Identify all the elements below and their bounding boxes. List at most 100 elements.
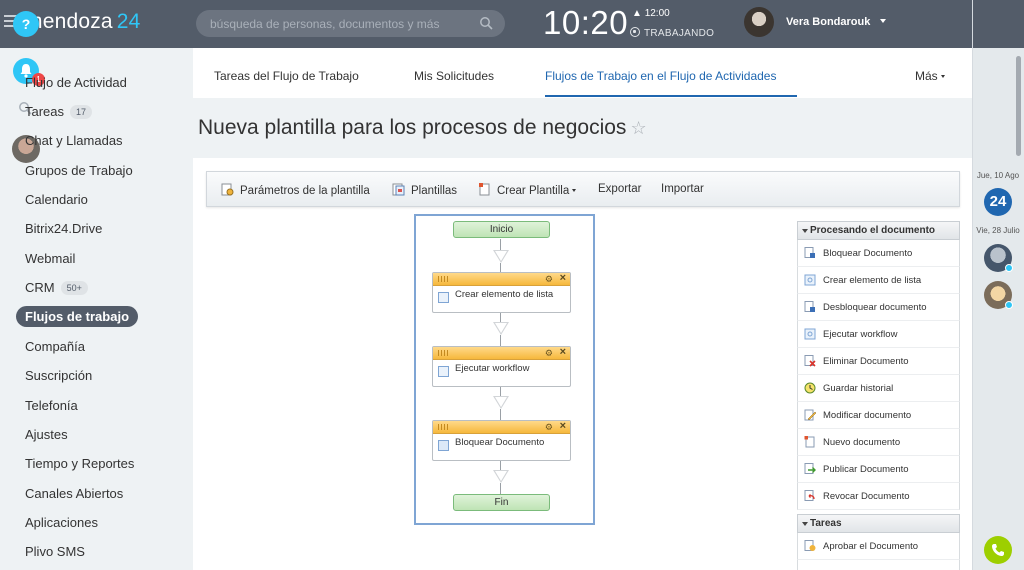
clock[interactable]: 10:20: [543, 4, 628, 42]
drag-handle[interactable]: [438, 350, 450, 356]
tab-more[interactable]: Más: [915, 69, 945, 83]
sidebar-item-drive[interactable]: Bitrix24.Drive: [25, 221, 102, 236]
import-button[interactable]: Importar: [661, 183, 704, 195]
list-item[interactable]: [797, 560, 960, 570]
new-document-icon: [804, 436, 815, 448]
connector-arrow[interactable]: [493, 470, 509, 483]
sidebar-item-label: Compañía: [25, 339, 85, 354]
sidebar-item-crm[interactable]: CRM 50+: [25, 280, 88, 295]
activity-label: Bloquear Documento: [455, 437, 545, 448]
list-item-label: Revocar Documento: [823, 491, 910, 502]
list-item[interactable]: Aprobar el Documento: [797, 533, 960, 560]
sidebar-item-webmail[interactable]: Webmail: [25, 251, 75, 266]
activity-block[interactable]: ⚙ × Crear elemento de lista: [432, 272, 571, 313]
list-item-label: Bloquear Documento: [823, 248, 913, 259]
sidebar-item-label: Flujos de trabajo: [25, 309, 130, 324]
create-template-button[interactable]: Crear Plantilla: [478, 183, 577, 197]
counter-badge: 17: [70, 105, 93, 119]
close-icon[interactable]: ×: [560, 346, 566, 358]
list-item-icon: [804, 274, 816, 286]
activity-header[interactable]: ⚙ ×: [433, 420, 570, 434]
phone-button[interactable]: [984, 536, 1012, 564]
sidebar-item-time-reports[interactable]: Tiempo y Reportes: [25, 456, 134, 471]
list-item[interactable]: Desbloquear documento: [797, 294, 960, 321]
logo[interactable]: mendoza 24: [25, 10, 141, 34]
scrollbar[interactable]: [1016, 56, 1021, 156]
gear-icon[interactable]: ⚙: [545, 348, 553, 359]
list-item[interactable]: Crear elemento de lista: [797, 267, 960, 294]
drag-handle[interactable]: [438, 424, 450, 430]
sidebar-item-applications[interactable]: Aplicaciones: [25, 515, 98, 530]
drag-handle[interactable]: [438, 276, 450, 282]
gear-icon[interactable]: ⚙: [545, 422, 553, 433]
delete-document-icon: [804, 355, 816, 367]
sidebar-item-telephony[interactable]: Telefonía: [25, 398, 78, 413]
user-name[interactable]: Vera Bondarouk: [786, 16, 870, 28]
approve-document-icon: [804, 540, 816, 551]
tab-workflow-tasks[interactable]: Tareas del Flujo de Trabajo: [214, 69, 359, 83]
sidebar-item-tasks[interactable]: Tareas 17: [25, 104, 93, 119]
unlock-document-icon: [804, 301, 815, 312]
list-item[interactable]: Nuevo documento: [797, 429, 960, 456]
sidebar-item-settings[interactable]: Ajustes: [25, 427, 68, 442]
list-item-label: Aprobar el Documento: [823, 541, 919, 552]
connector-arrow[interactable]: [493, 322, 509, 335]
sidebar-item-workflows[interactable]: Flujos de trabajo: [16, 306, 139, 327]
connector-line: [500, 263, 501, 272]
activity-block[interactable]: ⚙ × Ejecutar workflow: [432, 346, 571, 387]
activity-icon: [438, 366, 449, 377]
sidebar-item-subscription[interactable]: Suscripción: [25, 368, 92, 383]
settings-doc-icon: [221, 183, 234, 196]
end-node[interactable]: Fin: [453, 494, 550, 511]
list-item[interactable]: Publicar Documento: [797, 456, 960, 483]
tab-my-requests[interactable]: Mis Solicitudes: [414, 69, 494, 83]
sidebar-item-label: Plivo SMS: [25, 544, 85, 559]
chevron-down-icon[interactable]: [880, 19, 886, 23]
tab-more-label: Más: [915, 69, 938, 83]
tab-workflows-in-stream[interactable]: Flujos de Trabajo en el Flujo de Activid…: [545, 69, 776, 83]
search-icon[interactable]: [479, 16, 493, 30]
avatar[interactable]: [744, 7, 774, 37]
sidebar-item-workgroups[interactable]: Grupos de Trabajo: [25, 163, 133, 178]
templates-button[interactable]: Plantillas: [392, 183, 457, 197]
close-icon[interactable]: ×: [560, 272, 566, 284]
sidebar-item-chat[interactable]: Chat y Llamadas: [25, 133, 123, 148]
activity-label: Ejecutar workflow: [455, 363, 530, 374]
template-params-button[interactable]: Parámetros de la plantilla: [221, 183, 370, 197]
template-params-label: Parámetros de la plantilla: [240, 185, 370, 197]
list-item[interactable]: Eliminar Documento: [797, 348, 960, 375]
star-icon[interactable]: ☆: [630, 118, 646, 138]
list-item[interactable]: Ejecutar workflow: [797, 321, 960, 348]
close-icon[interactable]: ×: [560, 420, 566, 432]
sidebar-item-company[interactable]: Compañía: [25, 339, 85, 354]
sidebar-item-plivo-sms[interactable]: Plivo SMS: [25, 544, 85, 559]
list-item-label: Nuevo documento: [823, 437, 901, 448]
edit-document-icon: [804, 409, 816, 421]
sidebar-item-open-channels[interactable]: Canales Abiertos: [25, 486, 123, 501]
sidebar-item-activity-stream[interactable]: Flujo de Actividad: [25, 75, 127, 90]
work-status[interactable]: TRABAJANDO: [630, 27, 714, 39]
connector-arrow[interactable]: [493, 396, 509, 409]
activity-header[interactable]: ⚙ ×: [433, 272, 570, 286]
list-item[interactable]: Revocar Documento: [797, 483, 960, 510]
start-node[interactable]: Inicio: [453, 221, 550, 238]
gear-icon[interactable]: ⚙: [545, 274, 553, 285]
connector-arrow[interactable]: [493, 250, 509, 263]
help-button[interactable]: ?: [13, 11, 39, 37]
activity-block[interactable]: ⚙ × Bloquear Documento: [432, 420, 571, 461]
activity-header[interactable]: ⚙ ×: [433, 346, 570, 360]
section-document-processing[interactable]: Procesando el documento: [797, 221, 960, 240]
section-tasks[interactable]: Tareas: [797, 514, 960, 533]
active-tab-indicator: [545, 95, 797, 97]
search-input[interactable]: búsqueda de personas, documentos y más: [196, 10, 505, 37]
list-item[interactable]: Bloquear Documento: [797, 240, 960, 267]
list-item[interactable]: Modificar documento: [797, 402, 960, 429]
export-button[interactable]: Exportar: [598, 183, 641, 195]
list-item[interactable]: Guardar historial: [797, 375, 960, 402]
connector-line: [500, 483, 501, 494]
sidebar-item-label: Flujo de Actividad: [25, 75, 127, 90]
connector-line: [500, 409, 501, 420]
bitrix24-chat-avatar[interactable]: 24: [984, 188, 1012, 216]
sidebar-item-calendar[interactable]: Calendario: [25, 192, 88, 207]
rail-header: [973, 0, 1024, 48]
